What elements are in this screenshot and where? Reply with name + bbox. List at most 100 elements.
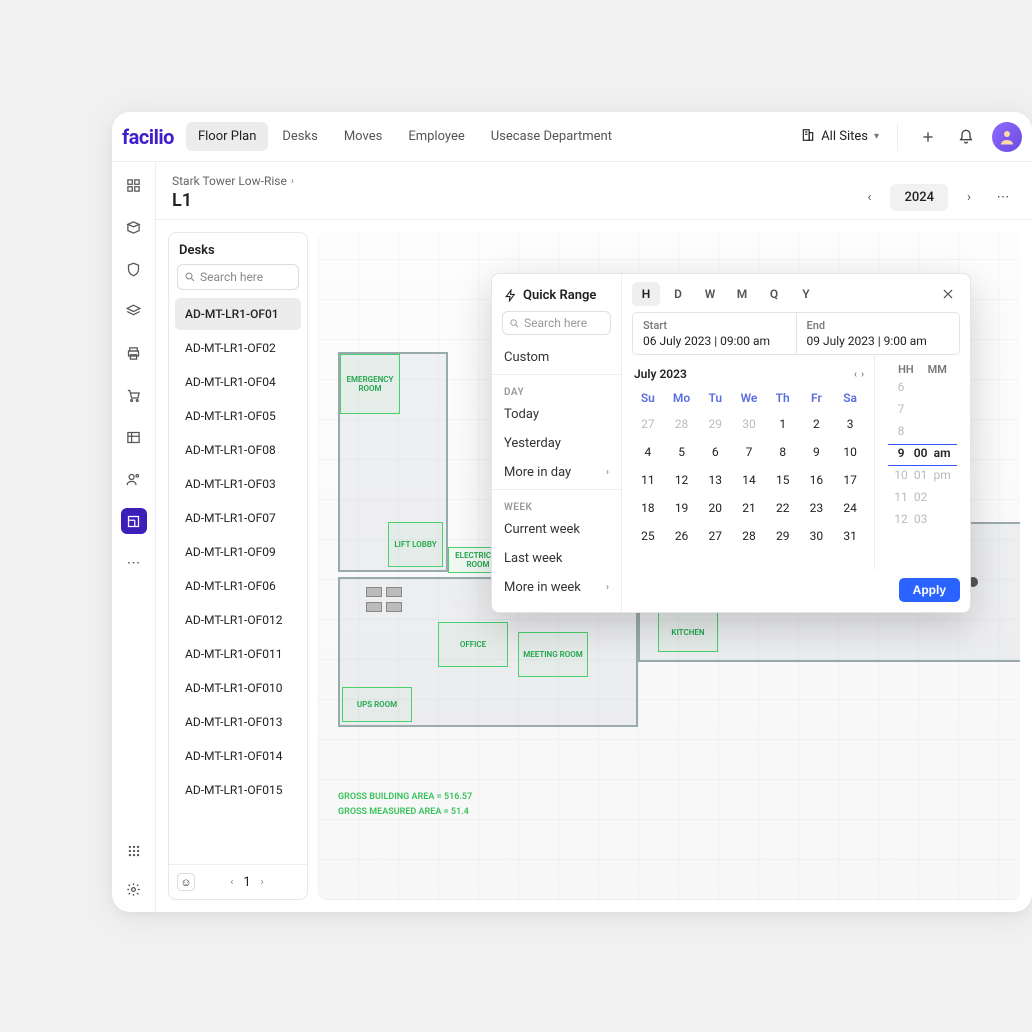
rail-dashboard-icon[interactable]	[121, 172, 147, 198]
desk-item[interactable]: AD-MT-LR1-OF08	[175, 434, 301, 466]
hour-col-option[interactable]: 8	[898, 424, 905, 442]
calendar-day-cell[interactable]: 11	[632, 467, 664, 493]
quick-range-custom[interactable]: Custom	[492, 343, 621, 372]
qr-today[interactable]: Today	[492, 400, 621, 429]
nav-tab-employee[interactable]: Employee	[396, 122, 476, 151]
unit-tab-w[interactable]: W	[696, 282, 724, 306]
calendar-day-cell[interactable]: 28	[733, 523, 765, 549]
desks-page-prev[interactable]: ‹	[230, 877, 233, 888]
rail-more-icon[interactable]: ⋯	[121, 550, 147, 576]
unit-tab-m[interactable]: M	[728, 282, 756, 306]
hour-col-option[interactable]: 9	[898, 446, 905, 464]
desk-item[interactable]: AD-MT-LR1-OF09	[175, 536, 301, 568]
calendar-day-cell[interactable]: 31	[834, 523, 866, 549]
rail-settings-icon[interactable]	[121, 876, 147, 902]
min-col-option[interactable]: 00	[914, 446, 928, 464]
add-button[interactable]	[916, 125, 940, 149]
calendar-day-cell[interactable]: 9	[801, 439, 833, 465]
hour-col-option[interactable]: 6	[898, 380, 905, 398]
calendar-day-cell[interactable]: 3	[834, 411, 866, 437]
rail-shield-icon[interactable]	[121, 256, 147, 282]
qr-current-week[interactable]: Current week	[492, 515, 621, 544]
apply-button[interactable]: Apply	[899, 578, 960, 602]
nav-tab-moves[interactable]: Moves	[332, 122, 395, 151]
calendar-day-cell[interactable]: 29	[767, 523, 799, 549]
rail-layers-icon[interactable]	[121, 298, 147, 324]
range-end-box[interactable]: End 09 July 2023 | 9:00 am	[796, 312, 961, 355]
rail-people-icon[interactable]	[121, 466, 147, 492]
quick-range-search[interactable]: Search here	[502, 311, 611, 335]
hour-col-option[interactable]: 11	[894, 490, 908, 508]
qr-more-day[interactable]: More in day›	[492, 458, 621, 487]
qr-yesterday[interactable]: Yesterday	[492, 429, 621, 458]
notifications-button[interactable]	[954, 125, 978, 149]
desk-item[interactable]: AD-MT-LR1-OF04	[175, 366, 301, 398]
page-more-button[interactable]: ⋯	[990, 183, 1016, 211]
hour-col-option[interactable]: 12	[894, 512, 908, 530]
desk-item[interactable]: AD-MT-LR1-OF013	[175, 706, 301, 738]
sites-picker[interactable]: All Sites ▾	[801, 128, 879, 146]
qr-last-week[interactable]: Last week	[492, 544, 621, 573]
year-next-button[interactable]: ›	[956, 183, 982, 211]
year-prev-button[interactable]: ‹	[856, 183, 882, 211]
rail-box-icon[interactable]	[121, 214, 147, 240]
calendar-day-cell[interactable]: 27	[699, 523, 731, 549]
calendar-day-cell[interactable]: 5	[666, 439, 698, 465]
desk-item[interactable]: AD-MT-LR1-OF07	[175, 502, 301, 534]
rail-floorplan-icon[interactable]	[121, 508, 147, 534]
calendar-day-cell[interactable]: 27	[632, 411, 664, 437]
calendar-day-cell[interactable]: 23	[801, 495, 833, 521]
nav-tab-floor-plan[interactable]: Floor Plan	[186, 122, 268, 151]
calendar-day-cell[interactable]: 25	[632, 523, 664, 549]
calendar-day-cell[interactable]: 4	[632, 439, 664, 465]
calendar-day-cell[interactable]: 26	[666, 523, 698, 549]
desk-item[interactable]: AD-MT-LR1-OF015	[175, 774, 301, 806]
calendar-day-cell[interactable]: 29	[699, 411, 731, 437]
desk-item[interactable]: AD-MT-LR1-OF010	[175, 672, 301, 704]
user-avatar[interactable]	[992, 122, 1022, 152]
calendar-day-cell[interactable]: 17	[834, 467, 866, 493]
calendar-day-cell[interactable]: 21	[733, 495, 765, 521]
desk-item[interactable]: AD-MT-LR1-OF014	[175, 740, 301, 772]
unit-tab-h[interactable]: H	[632, 282, 660, 306]
calendar-day-cell[interactable]: 12	[666, 467, 698, 493]
desk-item[interactable]: AD-MT-LR1-OF012	[175, 604, 301, 636]
desk-item[interactable]: AD-MT-LR1-OF06	[175, 570, 301, 602]
rail-cart-icon[interactable]	[121, 382, 147, 408]
hour-col-option[interactable]: 10	[894, 468, 908, 486]
calendar-day-cell[interactable]: 8	[767, 439, 799, 465]
calendar-day-cell[interactable]: 6	[699, 439, 731, 465]
desks-page-next[interactable]: ›	[261, 877, 264, 888]
min-col-option[interactable]: 01	[914, 468, 928, 486]
year-display[interactable]: 2024	[890, 184, 948, 211]
popover-close-button[interactable]	[936, 282, 960, 306]
calendar-day-cell[interactable]: 13	[699, 467, 731, 493]
hour-col-option[interactable]: 7	[898, 402, 905, 420]
calendar-day-cell[interactable]: 16	[801, 467, 833, 493]
ampm-col-option[interactable]: am	[934, 446, 951, 464]
calendar-day-cell[interactable]: 10	[834, 439, 866, 465]
rail-print-icon[interactable]	[121, 340, 147, 366]
calendar-prev-button[interactable]: ‹	[854, 369, 857, 380]
calendar-day-cell[interactable]: 1	[767, 411, 799, 437]
qr-more-week[interactable]: More in week›	[492, 573, 621, 602]
rail-list-icon[interactable]	[121, 424, 147, 450]
unit-tab-d[interactable]: D	[664, 282, 692, 306]
calendar-day-cell[interactable]: 24	[834, 495, 866, 521]
desks-search-input[interactable]: Search here	[177, 264, 299, 290]
calendar-day-cell[interactable]: 22	[767, 495, 799, 521]
range-start-box[interactable]: Start 06 July 2023 | 09:00 am	[632, 312, 796, 355]
nav-tab-desks[interactable]: Desks	[270, 122, 329, 151]
desk-item[interactable]: AD-MT-LR1-OF02	[175, 332, 301, 364]
calendar-day-cell[interactable]: 19	[666, 495, 698, 521]
breadcrumb[interactable]: Stark Tower Low-Rise ›	[172, 174, 856, 188]
unit-tab-y[interactable]: Y	[792, 282, 820, 306]
calendar-day-cell[interactable]: 15	[767, 467, 799, 493]
ampm-col-option[interactable]: pm	[933, 468, 950, 486]
calendar-day-cell[interactable]: 28	[666, 411, 698, 437]
unit-tab-q[interactable]: Q	[760, 282, 788, 306]
calendar-day-cell[interactable]: 14	[733, 467, 765, 493]
desk-item[interactable]: AD-MT-LR1-OF05	[175, 400, 301, 432]
calendar-day-cell[interactable]: 18	[632, 495, 664, 521]
desk-item[interactable]: AD-MT-LR1-OF01	[175, 298, 301, 330]
